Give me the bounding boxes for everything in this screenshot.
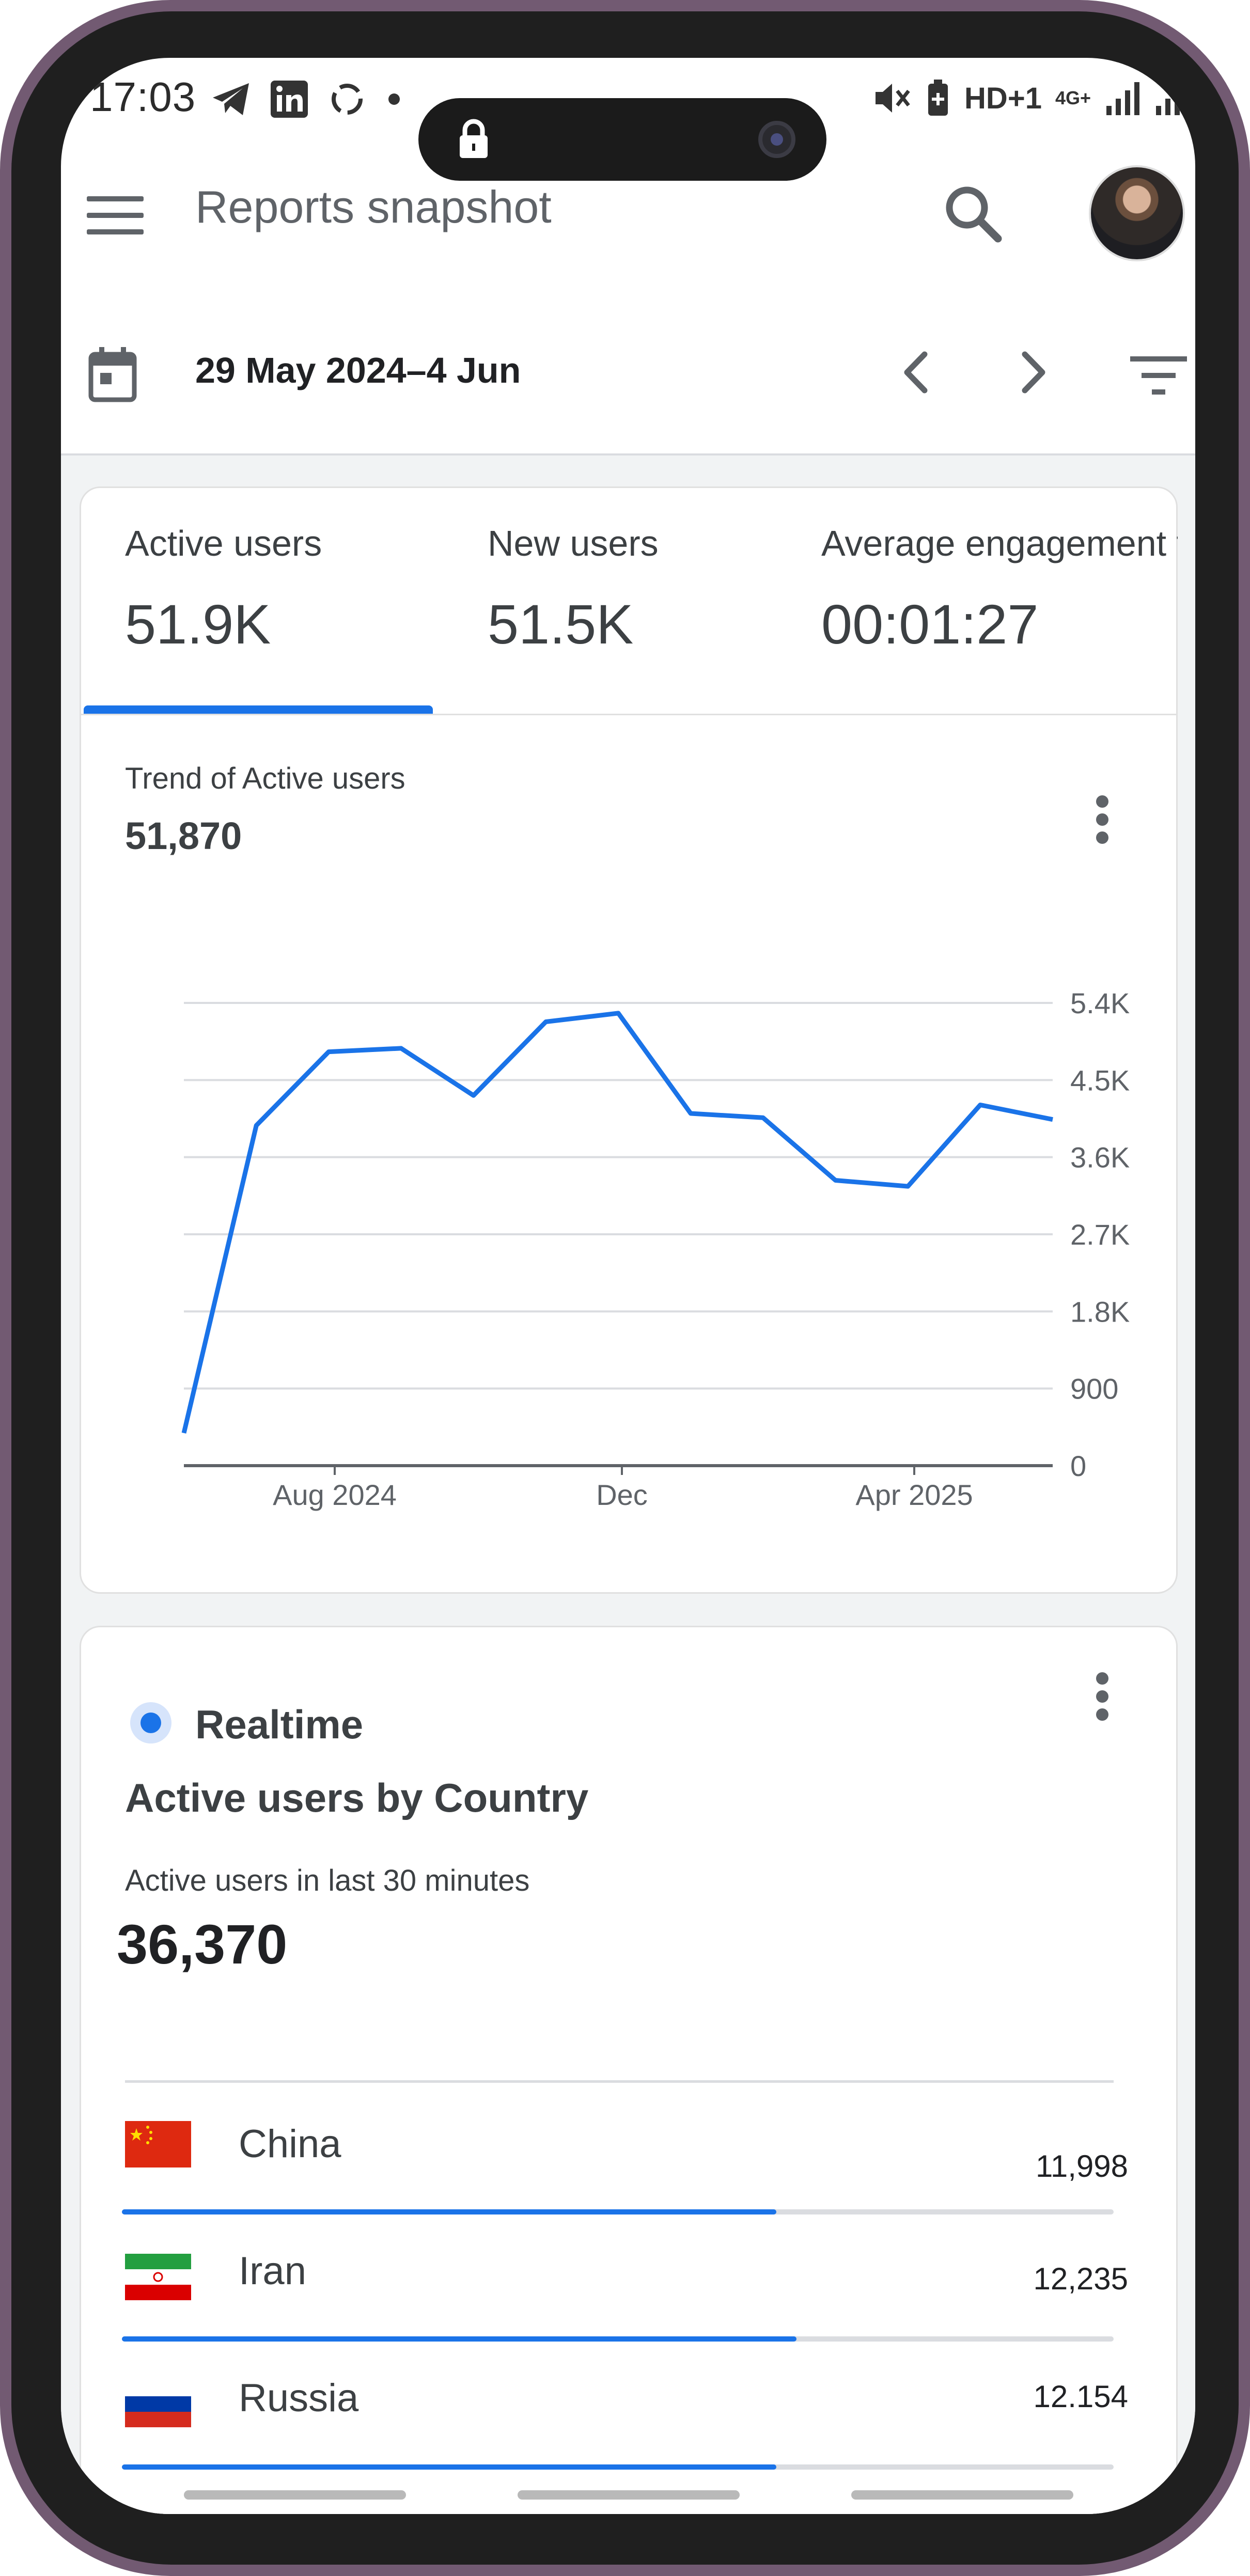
country-name-russia[interactable]: Russia	[239, 2376, 358, 2421]
network-label: 4G+	[1055, 87, 1091, 108]
battery-saver-icon	[928, 80, 948, 116]
x-tick-label: Apr 2025	[855, 1479, 973, 1511]
y-tick-label: 1.8K	[1070, 1295, 1130, 1328]
trend-chart: 0 900 1.8K 2.7K 3.6K 4.5K 5.4K Aug 2024 Dec Apr 2…	[181, 987, 1130, 1511]
metric-label-active-users[interactable]: Active users	[125, 523, 322, 564]
date-range-label[interactable]: 29 May 2024–4 Jun	[195, 350, 521, 391]
camera-notch	[418, 98, 826, 181]
trend-label: Trend of Active users	[125, 762, 405, 795]
metric-value-avg-engagement[interactable]: 00:01:27	[821, 592, 1038, 656]
y-tick-label: 0	[1070, 1450, 1086, 1482]
metric-label-avg-engagement[interactable]: Average engagement t	[821, 523, 1178, 564]
country-name-iran[interactable]: Iran	[239, 2249, 306, 2294]
linkedin-icon	[271, 81, 308, 118]
app-screen: 17:03 HD+1 4G+ Reports snapshot 29 May 2…	[61, 58, 1195, 2514]
signal-icon-2	[1156, 82, 1189, 115]
scroll-indicator-left	[184, 2490, 406, 2500]
tab-indicator	[84, 705, 433, 714]
hd-label: HD+1	[964, 81, 1042, 115]
scroll-indicator-center	[518, 2490, 740, 2500]
scroll-indicator-right	[851, 2490, 1073, 2500]
status-time: 17:03	[90, 74, 196, 120]
telegram-icon	[213, 83, 249, 115]
lock-icon	[460, 119, 488, 158]
front-camera	[758, 121, 795, 158]
search-icon[interactable]	[939, 180, 1006, 247]
y-tick-label: 5.4K	[1070, 987, 1130, 1019]
menu-button[interactable]	[87, 192, 144, 239]
mute-icon	[876, 84, 910, 113]
y-tick-label: 900	[1070, 1373, 1118, 1405]
country-name-china[interactable]: China	[239, 2122, 341, 2166]
list-divider	[125, 2080, 1114, 2083]
country-value-china: 11,998	[1035, 2149, 1128, 2184]
sync-icon	[332, 84, 363, 115]
tabs-divider	[80, 714, 1178, 715]
y-tick-label: 3.6K	[1070, 1141, 1130, 1174]
realtime-more-icon[interactable]	[1092, 1668, 1113, 1725]
calendar-icon[interactable]	[87, 346, 138, 403]
realtime-indicator-icon	[130, 1702, 171, 1743]
country-bar-china	[122, 2209, 776, 2214]
metric-value-active-users[interactable]: 51.9K	[125, 592, 271, 656]
realtime-title: Active users by Country	[125, 1775, 589, 1820]
signal-icon	[1106, 82, 1139, 115]
dot-icon	[388, 93, 400, 105]
active-users-line	[181, 1011, 1053, 1434]
status-right-icons: HD+1 4G+	[872, 77, 1190, 119]
country-bar-iran	[122, 2336, 796, 2342]
iran-flag-icon	[125, 2254, 191, 2300]
metric-label-new-users[interactable]: New users	[488, 523, 659, 564]
china-flag-icon	[125, 2121, 191, 2167]
avatar[interactable]	[1089, 165, 1185, 261]
trend-more-icon[interactable]	[1092, 791, 1113, 848]
x-tick-label: Aug 2024	[273, 1479, 397, 1511]
chevron-left-icon[interactable]	[894, 344, 940, 401]
status-left-icons	[211, 78, 402, 120]
country-value-iran: 12,235	[1033, 2261, 1128, 2296]
realtime-count: 36,370	[117, 1913, 288, 1975]
x-tick-label: Dec	[596, 1479, 648, 1511]
metric-value-new-users[interactable]: 51.5K	[488, 592, 633, 656]
country-value-russia: 12.154	[1033, 2379, 1128, 2414]
russia-flag-icon	[125, 2381, 191, 2427]
trend-value: 51,870	[125, 814, 242, 857]
country-bar-russia	[122, 2464, 776, 2470]
y-tick-label: 2.7K	[1070, 1218, 1130, 1251]
y-tick-label: 4.5K	[1070, 1064, 1130, 1096]
filter-icon[interactable]	[1130, 352, 1187, 399]
realtime-badge: Realtime	[195, 1702, 364, 1747]
realtime-subtitle: Active users in last 30 minutes	[125, 1864, 530, 1897]
page-title: Reports snapshot	[195, 181, 552, 232]
chevron-right-icon[interactable]	[1009, 344, 1056, 401]
